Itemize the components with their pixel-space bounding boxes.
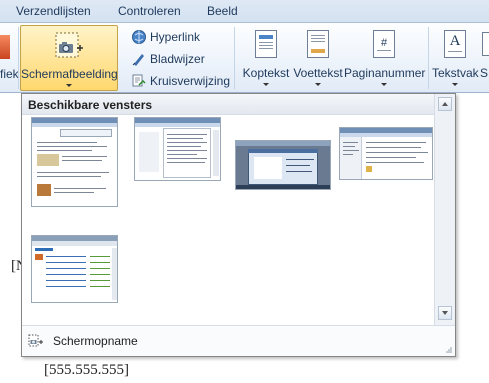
page-number-label: Paginanummer [344,66,426,80]
footer-icon [307,30,329,58]
textbox-icon: A [444,30,466,58]
dropdown-arrow-icon [263,83,269,86]
header-label: Koptekst [242,66,290,80]
footer-button[interactable]: Voettekst [292,25,344,91]
hyperlink-button[interactable]: Hyperlink [131,27,200,46]
screenshot-icon [55,32,83,58]
scroll-up-button[interactable] [438,97,452,111]
quick-parts-button-partial[interactable]: S [480,25,489,91]
screenshot-button-label: Schermafbeelding [21,67,118,81]
screenshot-button[interactable]: Schermafbeelding [20,25,118,91]
window-thumbnail[interactable] [235,140,331,190]
ribbon: fiek Schermafbeelding Hyperlink Bladwijz… [0,23,489,93]
page-number-icon: # [373,30,395,58]
screen-clipping-label: Schermopname [53,334,138,348]
bookmark-label: Bladwijzer [150,51,205,66]
quick-parts-partial-label: S [480,66,489,80]
ribbon-separator [428,27,429,89]
dropdown-arrow-icon [315,83,321,86]
hyperlink-label: Hyperlink [150,29,201,44]
window-thumbnail[interactable] [339,127,433,180]
dropdown-arrow-icon [381,83,387,86]
tab-view[interactable]: Beeld [207,4,238,18]
footer-label: Voettekst [293,66,343,80]
gallery-scrollbar[interactable] [434,94,455,325]
chevron-up-icon [442,102,448,106]
ribbon-tab-bar: Verzendlijsten Controleren Beeld [0,0,489,23]
cross-reference-button[interactable]: Kruisverwijzing [131,71,230,90]
tab-mailings[interactable]: Verzendlijsten [16,4,91,18]
textbox-button[interactable]: A Tekstvak [432,25,479,91]
window-thumbnail[interactable] [134,117,221,181]
textbox-label: Tekstvak [432,66,479,80]
globe-link-icon [132,29,146,44]
page-number-button[interactable]: # Paginanummer [344,25,426,91]
screenshot-gallery: Beschikbare vensters Schermopname [21,93,456,357]
quick-parts-icon [482,32,489,56]
cross-reference-icon [132,74,146,86]
window-thumbnail[interactable] [31,235,118,303]
bookmark-icon [132,53,144,66]
ribbon-separator [234,27,235,89]
chevron-down-icon [442,311,448,315]
chart-button-partial-label[interactable]: fiek [0,67,19,81]
gallery-footer: Schermopname [22,325,455,356]
header-icon [255,30,277,58]
screen-clipping-icon [28,334,43,347]
bookmark-button[interactable]: Bladwijzer [131,49,205,68]
screen-clipping-button[interactable]: Schermopname [28,334,138,348]
tab-review[interactable]: Controleren [118,4,181,18]
dropdown-arrow-icon [452,83,458,86]
header-button[interactable]: Koptekst [238,25,294,91]
resize-grip-icon[interactable] [445,346,453,354]
scroll-down-button[interactable] [438,306,452,320]
chart-icon [0,35,10,59]
dropdown-arrow-icon [66,84,72,87]
document-phone-field[interactable]: [555.555.555] [44,362,129,379]
gallery-heading: Beschikbare vensters [22,94,435,115]
window-thumbnail[interactable] [31,117,118,207]
ribbon-separator [18,27,19,89]
cross-reference-label: Kruisverwijzing [150,73,231,88]
